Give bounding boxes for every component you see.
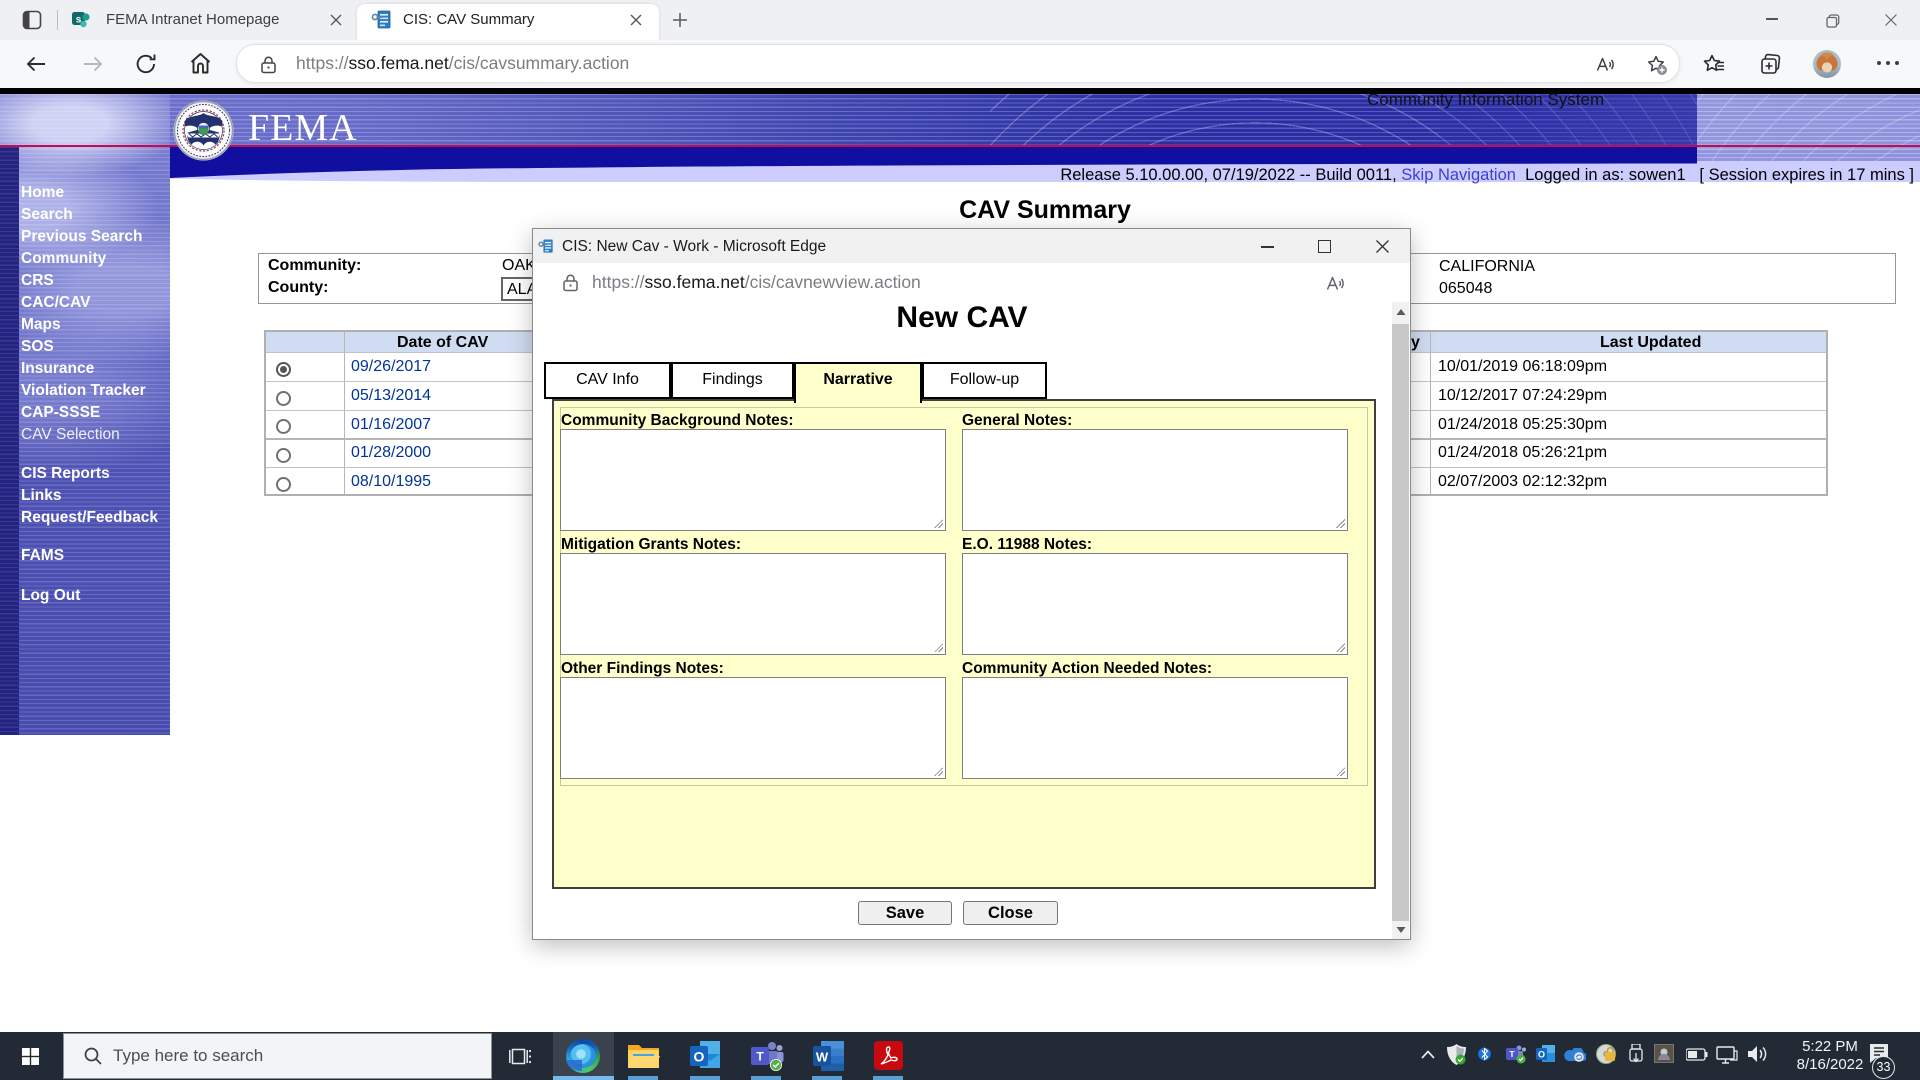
- svg-text:T: T: [756, 1050, 764, 1064]
- svg-text:O: O: [694, 1049, 705, 1065]
- svg-text:T: T: [1509, 1049, 1515, 1059]
- svg-text:O: O: [1538, 1050, 1545, 1060]
- svg-text:W: W: [816, 1050, 829, 1065]
